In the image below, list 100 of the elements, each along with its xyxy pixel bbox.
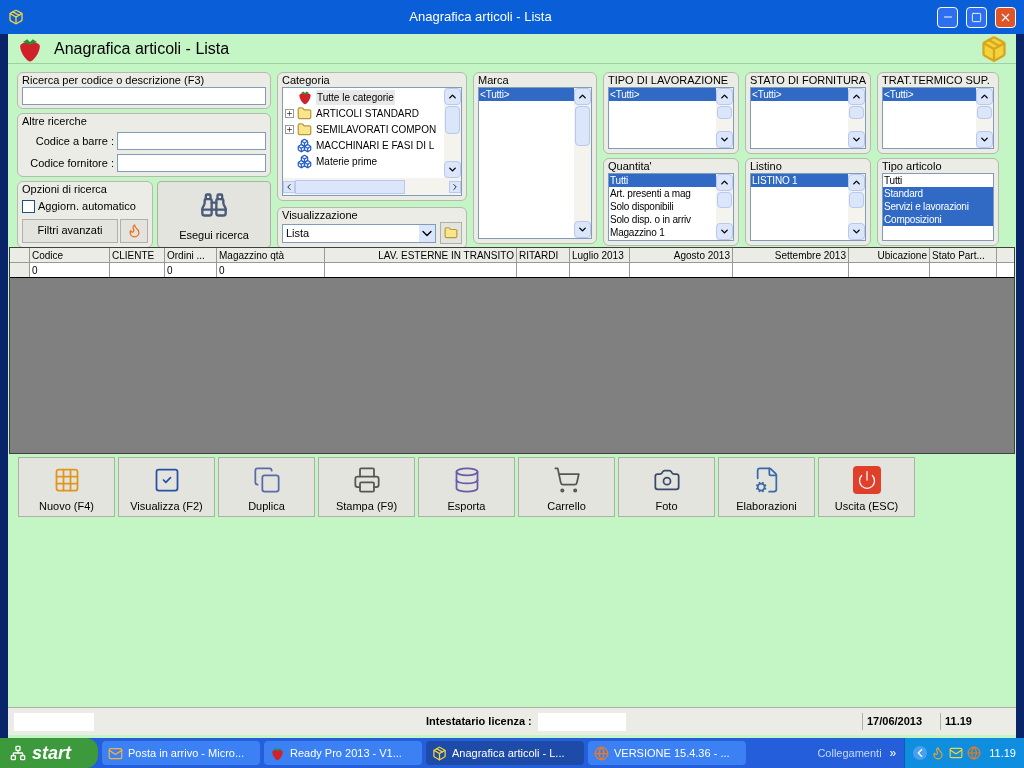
- column-header[interactable]: Agosto 2013: [630, 248, 733, 262]
- scroll-up-button[interactable]: [574, 88, 591, 105]
- taskbar-task[interactable]: VERSIONE 15.4.36 - ...: [588, 741, 746, 765]
- scroll-up-button[interactable]: [848, 174, 865, 191]
- tree-item[interactable]: ARTICOLI STANDARD: [315, 105, 420, 121]
- chevron-left-icon[interactable]: [283, 180, 295, 193]
- taskbar-task[interactable]: Anagrafica articoli - L...: [426, 741, 584, 765]
- more-button[interactable]: »: [885, 744, 901, 762]
- toolbar-button[interactable]: Foto: [618, 457, 715, 517]
- list-box[interactable]: Tutti Standard Servizi e lavorazioni Composizioni: [882, 173, 994, 241]
- list-item[interactable]: Tutti: [609, 174, 716, 187]
- taskbar-task[interactable]: Ready Pro 2013 - V1...: [264, 741, 422, 765]
- toolbar-button[interactable]: Visualizza (F2): [118, 457, 215, 517]
- horizontal-scrollbar[interactable]: [283, 178, 461, 195]
- scroll-up-button[interactable]: [716, 88, 733, 105]
- scrollbar-thumb[interactable]: [849, 192, 864, 208]
- view-dropdown[interactable]: Lista: [282, 223, 436, 243]
- vertical-scrollbar[interactable]: [976, 88, 993, 148]
- toolbar-button[interactable]: Duplica: [218, 457, 315, 517]
- scrollbar-thumb[interactable]: [849, 106, 864, 119]
- run-search-button[interactable]: Esegui ricerca: [157, 181, 271, 248]
- scrollbar-thumb[interactable]: [717, 192, 732, 208]
- start-button[interactable]: start: [0, 738, 98, 768]
- vertical-scrollbar[interactable]: [444, 88, 461, 178]
- toolbar-button[interactable]: Nuovo (F4): [18, 457, 115, 517]
- list-item[interactable]: LISTINO 1: [751, 174, 848, 187]
- column-header[interactable]: CLIENTE: [110, 248, 165, 262]
- close-button[interactable]: [995, 6, 1016, 28]
- scroll-down-button[interactable]: [848, 131, 865, 148]
- scroll-down-button[interactable]: [716, 223, 733, 240]
- expand-icon[interactable]: [285, 124, 294, 134]
- list-box[interactable]: Tutti Art. presenti a mag Solo disponibili Solo disp. o in arriv Magazzino 1: [608, 173, 734, 241]
- tree-item[interactable]: MACCHINARI E FASI DI L: [315, 137, 436, 153]
- vertical-scrollbar[interactable]: [716, 174, 733, 240]
- scrollbar-thumb[interactable]: [445, 106, 460, 134]
- list-box[interactable]: <Tutti>: [478, 87, 592, 239]
- list-item[interactable]: Art. presenti a mag: [609, 187, 716, 200]
- scroll-down-button[interactable]: [848, 223, 865, 240]
- vertical-scrollbar[interactable]: [716, 88, 733, 148]
- vertical-scrollbar[interactable]: [848, 88, 865, 148]
- tree-item[interactable]: SEMILAVORATI COMPON: [315, 121, 438, 137]
- search-field[interactable]: [22, 87, 266, 105]
- column-header[interactable]: Settembre 2013: [733, 248, 849, 262]
- scrollbar-thumb[interactable]: [295, 179, 405, 194]
- scrollbar-thumb[interactable]: [575, 106, 590, 146]
- list-item[interactable]: Composizioni: [883, 213, 993, 226]
- scroll-down-button[interactable]: [976, 131, 993, 148]
- toolbar-button[interactable]: Esporta: [418, 457, 515, 517]
- column-header[interactable]: Ordini ...: [165, 248, 217, 262]
- toolbar-button[interactable]: Uscita (ESC): [818, 457, 915, 517]
- tree-item[interactable]: Tutte le categorie: [316, 89, 395, 105]
- column-header[interactable]: LAV. ESTERNE IN TRANSITO: [325, 248, 517, 262]
- column-header[interactable]: Ubicazione: [849, 248, 930, 262]
- scroll-up-button[interactable]: [716, 174, 733, 191]
- binoculars-icon: [200, 191, 228, 219]
- minimize-button[interactable]: [937, 6, 958, 28]
- scroll-up-button[interactable]: [976, 88, 993, 105]
- chevron-left-icon[interactable]: [913, 746, 928, 760]
- advanced-filters-button[interactable]: Filtri avanzati: [22, 218, 118, 243]
- chevron-right-icon[interactable]: [449, 180, 461, 193]
- list-box[interactable]: <Tutti>: [608, 87, 734, 149]
- scrollbar-thumb[interactable]: [717, 106, 732, 119]
- vertical-scrollbar[interactable]: [574, 88, 591, 238]
- toolbar-button[interactable]: Elaborazioni: [718, 457, 815, 517]
- list-box[interactable]: <Tutti>: [750, 87, 866, 149]
- list-item[interactable]: Standard: [883, 187, 993, 200]
- input-field[interactable]: [117, 132, 266, 150]
- scrollbar-thumb[interactable]: [977, 106, 992, 119]
- list-item[interactable]: Solo disp. o in arriv: [609, 213, 716, 226]
- list-box[interactable]: <Tutti>: [882, 87, 994, 149]
- list-item[interactable]: Tutti: [883, 174, 993, 187]
- list-box[interactable]: LISTINO 1: [750, 173, 866, 241]
- column-header[interactable]: Magazzino qtà: [217, 248, 325, 262]
- list-item[interactable]: <Tutti>: [883, 88, 976, 101]
- list-item[interactable]: <Tutti>: [609, 88, 716, 101]
- column-header[interactable]: RITARDI: [517, 248, 570, 262]
- list-item[interactable]: Magazzino 1: [609, 226, 716, 239]
- scroll-up-button[interactable]: [444, 88, 461, 105]
- list-item[interactable]: Servizi e lavorazioni: [883, 200, 993, 213]
- taskbar-task[interactable]: Posta in arrivo - Micro...: [102, 741, 260, 765]
- list-item[interactable]: <Tutti>: [751, 88, 848, 101]
- scroll-down-button[interactable]: [716, 131, 733, 148]
- maximize-button[interactable]: [966, 6, 987, 28]
- column-header[interactable]: Codice: [30, 248, 110, 262]
- toolbar-button[interactable]: Stampa (F9): [318, 457, 415, 517]
- category-tree[interactable]: Tutte le categorie ARTICOLI STANDARD SEMILAVORATI COMPON MACCHINARI E FASI DI L Materie prime: [282, 87, 462, 196]
- chevron-up-icon: [447, 91, 458, 102]
- toolbar-button[interactable]: Carrello: [518, 457, 615, 517]
- tree-item[interactable]: Materie prime: [315, 153, 379, 169]
- input-field[interactable]: [117, 154, 266, 172]
- checkbox[interactable]: [22, 199, 35, 213]
- scroll-up-button[interactable]: [848, 88, 865, 105]
- list-item[interactable]: <Tutti>: [479, 88, 574, 101]
- column-header[interactable]: Luglio 2013: [570, 248, 630, 262]
- scroll-down-button[interactable]: [444, 161, 461, 178]
- scroll-down-button[interactable]: [574, 221, 591, 238]
- list-item[interactable]: Solo disponibili: [609, 200, 716, 213]
- vertical-scrollbar[interactable]: [848, 174, 865, 240]
- column-header[interactable]: Stato Part...: [930, 248, 997, 262]
- expand-icon[interactable]: [285, 108, 294, 118]
